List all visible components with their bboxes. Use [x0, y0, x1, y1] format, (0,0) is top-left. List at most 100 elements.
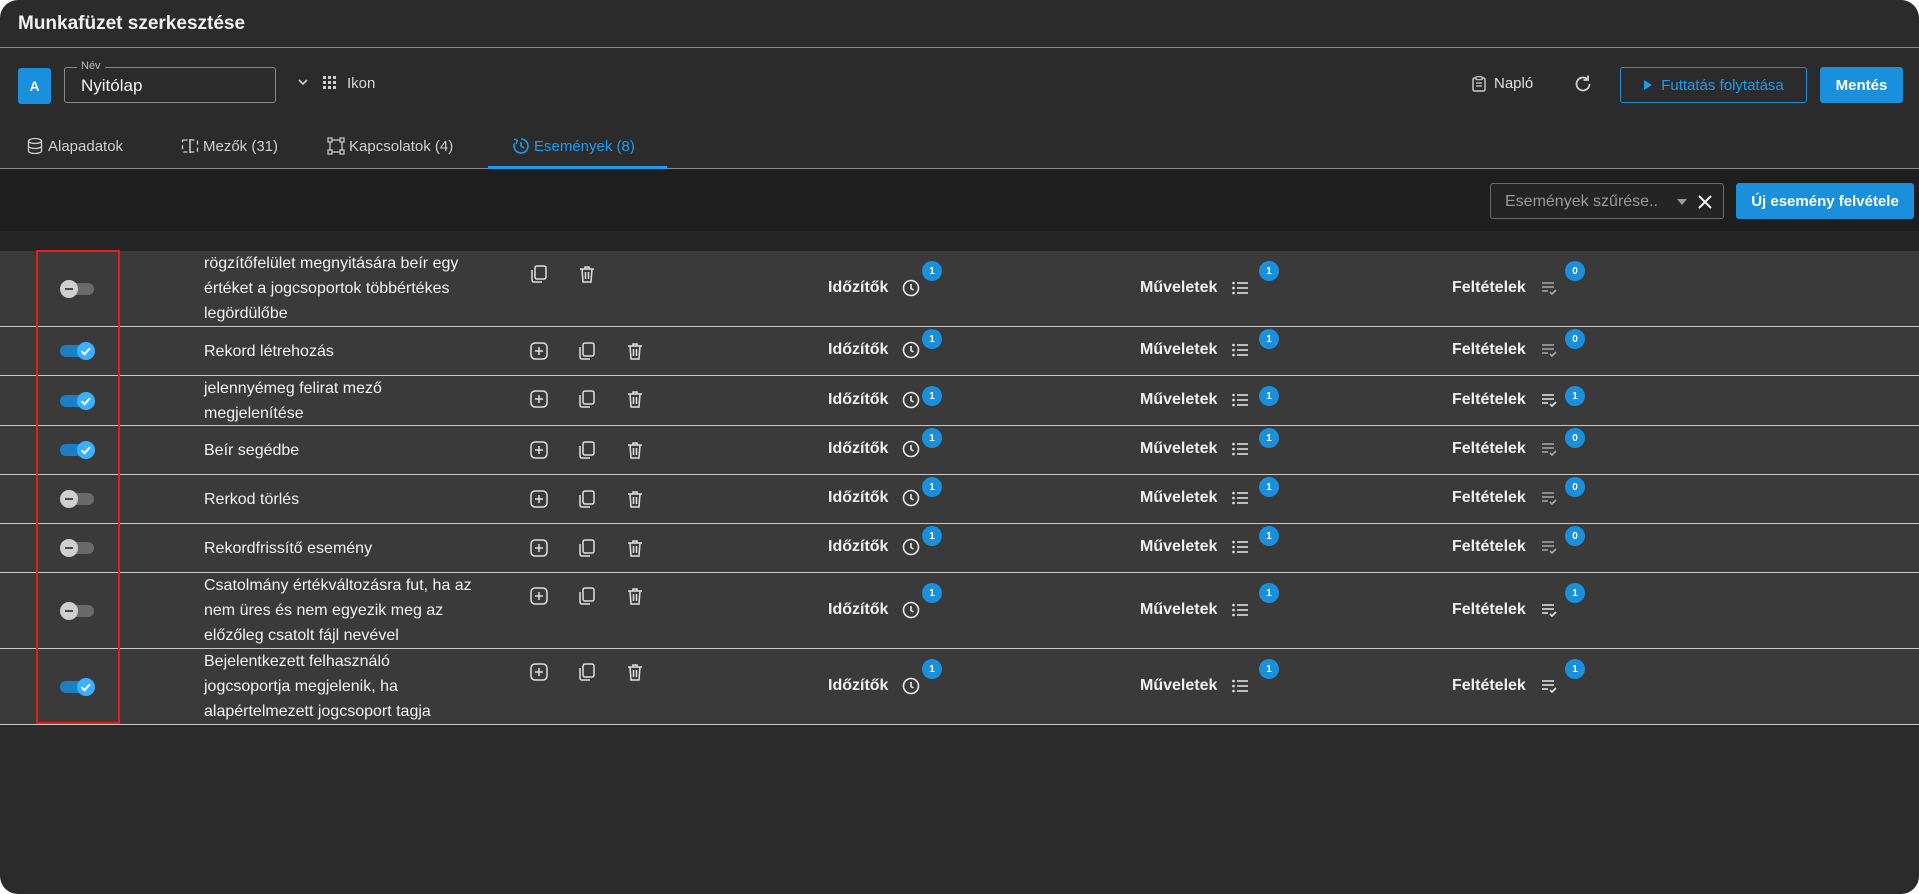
- copy-icon[interactable]: [530, 265, 548, 283]
- trash-icon[interactable]: [626, 390, 644, 408]
- timers-count-badge: 1: [922, 659, 942, 679]
- add-icon[interactable]: [530, 539, 548, 557]
- icon-avatar[interactable]: A: [18, 68, 51, 104]
- event-row[interactable]: jelennyémeg felirat mező megjelenítése Idő…: [0, 376, 1919, 426]
- chevron-down-icon[interactable]: [296, 75, 310, 89]
- operations-label: Műveletek: [1140, 278, 1218, 296]
- toggle-off-switch[interactable]: [60, 601, 96, 620]
- toggle-on-switch[interactable]: [60, 342, 96, 360]
- toggle-off-switch[interactable]: [60, 279, 96, 298]
- list-icon: [1231, 489, 1249, 507]
- conditions-count-badge: 0: [1565, 261, 1585, 281]
- trash-icon[interactable]: [626, 663, 644, 681]
- toggle-off-switch[interactable]: [60, 490, 96, 508]
- conditions-button[interactable]: Feltételek: [1452, 489, 1558, 507]
- conditions-button[interactable]: Feltételek: [1452, 341, 1558, 359]
- conditions-label: Feltételek: [1452, 440, 1526, 457]
- trash-icon[interactable]: [578, 265, 596, 283]
- timers-button[interactable]: Időzítők: [828, 489, 920, 507]
- copy-icon[interactable]: [578, 342, 596, 360]
- save-button[interactable]: Mentés: [1820, 67, 1903, 103]
- copy-icon[interactable]: [578, 441, 596, 459]
- conditions-icon: [1540, 538, 1558, 556]
- list-icon: [1231, 677, 1249, 695]
- conditions-icon: [1540, 677, 1558, 695]
- name-field[interactable]: Név Nyitólap: [64, 60, 276, 103]
- conditions-button[interactable]: Feltételek: [1452, 538, 1558, 556]
- trash-icon[interactable]: [626, 490, 644, 508]
- event-row[interactable]: Bejelentkezett felhasználó jogcsoportja m…: [0, 649, 1919, 725]
- event-description-line: legördülőbe: [204, 305, 288, 322]
- event-row[interactable]: Rekordfrissítő esemény Időzítők 1 Műveletek…: [0, 524, 1919, 573]
- play-icon: [1644, 80, 1653, 90]
- event-description-line: rögzítőfelület megnyitására beír egy: [204, 255, 459, 272]
- log-button[interactable]: Napló: [1472, 75, 1533, 92]
- name-field-value[interactable]: Nyitólap: [81, 76, 142, 96]
- operations-button[interactable]: Műveletek: [1140, 279, 1249, 297]
- icon-label[interactable]: Ikon: [347, 75, 375, 92]
- grid-icon[interactable]: [323, 76, 337, 90]
- timers-button[interactable]: Időzítők: [828, 391, 920, 409]
- operations-count-badge: 1: [1259, 386, 1279, 406]
- copy-icon[interactable]: [578, 663, 596, 681]
- timers-button[interactable]: Időzítők: [828, 677, 920, 695]
- trash-icon[interactable]: [626, 539, 644, 557]
- conditions-button[interactable]: Feltételek: [1452, 601, 1558, 619]
- conditions-button[interactable]: Feltételek: [1452, 279, 1558, 297]
- tab-events[interactable]: Események (8): [512, 133, 635, 159]
- add-icon[interactable]: [530, 390, 548, 408]
- conditions-icon: [1540, 601, 1558, 619]
- trash-icon[interactable]: [626, 441, 644, 459]
- toggle-on-switch[interactable]: [60, 441, 96, 459]
- timers-button[interactable]: Időzítők: [828, 279, 920, 297]
- window-title: Munkafüzet szerkesztése: [0, 0, 1919, 48]
- event-description-line: Rekord létrehozás: [204, 342, 334, 360]
- close-icon[interactable]: [1695, 192, 1715, 212]
- timers-button[interactable]: Időzítők: [828, 601, 920, 619]
- event-row[interactable]: rögzítőfelület megnyitására beír egy érté…: [0, 251, 1919, 327]
- caret-down-icon[interactable]: [1677, 199, 1687, 205]
- clock-icon: [902, 538, 920, 556]
- operations-button[interactable]: Műveletek: [1140, 440, 1249, 458]
- event-row[interactable]: Csatolmány értékváltozásra fut, ha az nem…: [0, 573, 1919, 649]
- add-icon[interactable]: [530, 342, 548, 360]
- event-row[interactable]: Rekord létrehozás Időzítők 1 Műveletek 1 Felt…: [0, 327, 1919, 376]
- continue-run-button[interactable]: Futtatás folytatása: [1620, 67, 1807, 103]
- copy-icon[interactable]: [578, 490, 596, 508]
- add-icon[interactable]: [530, 663, 548, 681]
- operations-button[interactable]: Műveletek: [1140, 391, 1249, 409]
- operations-button[interactable]: Műveletek: [1140, 341, 1249, 359]
- copy-icon[interactable]: [578, 539, 596, 557]
- conditions-button[interactable]: Feltételek: [1452, 440, 1558, 458]
- refresh-icon[interactable]: [1572, 73, 1594, 95]
- conditions-button[interactable]: Feltételek: [1452, 677, 1558, 695]
- timers-button[interactable]: Időzítők: [828, 341, 920, 359]
- event-row[interactable]: Beír segédbe Időzítők 1 Műveletek 1 Feltétele…: [0, 426, 1919, 475]
- tab-basic-data[interactable]: Alapadatok: [26, 133, 123, 159]
- add-icon[interactable]: [530, 587, 548, 605]
- filter-bar: Események szűrése.. Új esemény felvétele: [0, 169, 1919, 231]
- timers-button[interactable]: Időzítők: [828, 538, 920, 556]
- toggle-off-switch[interactable]: [60, 539, 96, 557]
- copy-icon[interactable]: [578, 587, 596, 605]
- copy-icon[interactable]: [578, 390, 596, 408]
- add-icon[interactable]: [530, 490, 548, 508]
- trash-icon[interactable]: [626, 342, 644, 360]
- trash-icon[interactable]: [626, 587, 644, 605]
- timers-button[interactable]: Időzítők: [828, 440, 920, 458]
- add-icon[interactable]: [530, 441, 548, 459]
- operations-button[interactable]: Műveletek: [1140, 601, 1249, 619]
- event-filter-input[interactable]: Események szűrése..: [1490, 183, 1724, 219]
- tab-fields[interactable]: Mezők (31): [181, 133, 278, 159]
- tab-connections[interactable]: Kapcsolatok (4): [327, 133, 453, 159]
- toggle-on-switch[interactable]: [60, 677, 96, 696]
- conditions-button[interactable]: Feltételek: [1452, 391, 1558, 409]
- operations-button[interactable]: Műveletek: [1140, 489, 1249, 507]
- operations-button[interactable]: Műveletek: [1140, 538, 1249, 556]
- operations-button[interactable]: Műveletek: [1140, 677, 1249, 695]
- new-event-button[interactable]: Új esemény felvétele: [1736, 183, 1914, 219]
- timers-count-badge: 1: [922, 583, 942, 603]
- database-icon: [27, 137, 43, 155]
- event-row[interactable]: Rerkod törlés Időzítők 1 Műveletek 1 Feltétel…: [0, 475, 1919, 524]
- toggle-on-switch[interactable]: [60, 391, 96, 410]
